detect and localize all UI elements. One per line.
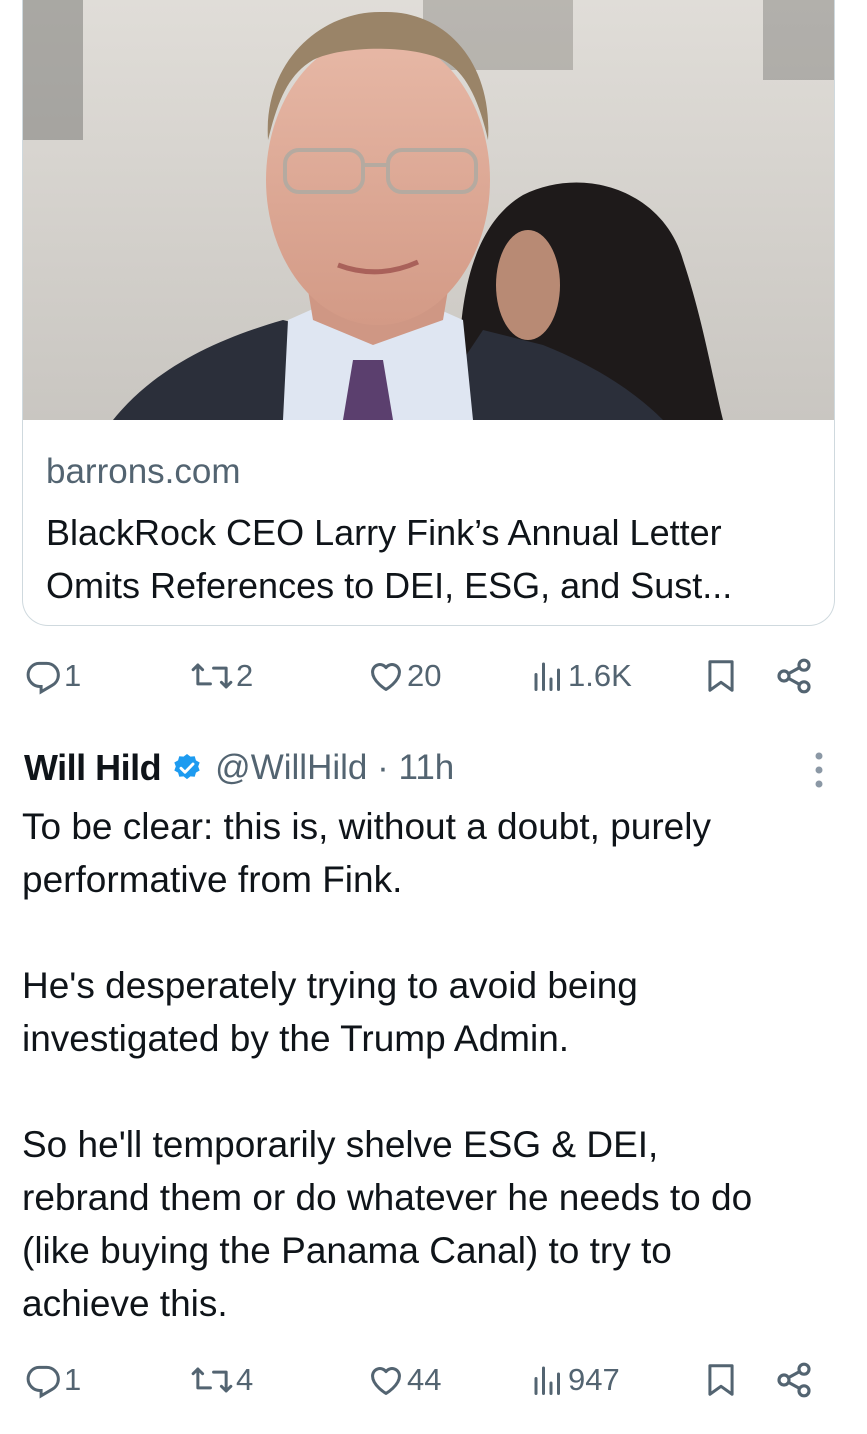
repost-icon [191, 663, 233, 689]
reply-count: 1 [64, 658, 82, 693]
bookmark-icon [708, 660, 734, 692]
repost-button[interactable]: 2 [190, 651, 253, 701]
repost-count: 4 [236, 1362, 254, 1397]
reply-icon [26, 1365, 60, 1399]
card-title-line: Omits References to DEI, ESG, and Sust..… [46, 565, 733, 606]
share-button[interactable] [774, 651, 814, 701]
like-button[interactable]: 44 [367, 1355, 441, 1405]
tweet-text: To be clear: this is, without a doubt, p… [22, 800, 842, 1330]
card-title[interactable]: BlackRock CEO Larry Fink’s Annual Letter… [46, 506, 814, 612]
bookmark-button[interactable] [702, 651, 740, 701]
author-name[interactable]: Will Hild [24, 747, 162, 789]
views-button[interactable]: 947 [530, 1355, 620, 1405]
like-count: 20 [407, 658, 442, 693]
card-domain: barrons.com [46, 452, 241, 491]
tweet-line: To be clear: this is, without a doubt, p… [22, 806, 711, 847]
verified-badge-icon [171, 752, 203, 784]
link-preview-card[interactable]: barrons.com BlackRock CEO Larry Fink’s A… [22, 0, 835, 626]
views-icon [534, 1366, 560, 1395]
author-handle-time[interactable]: @WillHild · 11h [215, 748, 454, 788]
views-button[interactable]: 1.6K [530, 651, 632, 701]
like-count: 44 [407, 1362, 442, 1397]
tweet-line: performative from Fink. [22, 859, 403, 900]
share-button[interactable] [774, 1355, 814, 1405]
tweet-line: investigated by the Trump Admin. [22, 1018, 570, 1059]
more-icon[interactable] [814, 752, 824, 793]
tweet-line: rebrand them or do whatever he needs to … [22, 1177, 753, 1218]
reply-button[interactable]: 1 [24, 1355, 81, 1405]
reply-icon [26, 661, 60, 695]
card-title-line: BlackRock CEO Larry Fink’s Annual Letter [46, 512, 722, 553]
tweet-line: He's desperately trying to avoid being [22, 965, 638, 1006]
bookmark-icon [708, 1364, 734, 1396]
views-count: 947 [568, 1362, 620, 1397]
tweet-header: Will Hild @WillHild · 11h [24, 744, 824, 792]
like-button[interactable]: 20 [367, 651, 441, 701]
tweet-line: achieve this. [22, 1283, 228, 1324]
like-icon [371, 663, 401, 691]
reply-button[interactable]: 1 [24, 651, 81, 701]
like-icon [371, 1367, 401, 1395]
views-icon [534, 662, 560, 691]
reply-count: 1 [64, 1362, 82, 1397]
views-count: 1.6K [568, 658, 632, 693]
card-action-bar: 1 2 20 1.6K [22, 651, 822, 701]
tweet-action-bar: 1 4 44 947 [22, 1355, 822, 1405]
bookmark-button[interactable] [702, 1355, 740, 1405]
tweet-line: So he'll temporarily shelve ESG & DEI, [22, 1124, 659, 1165]
repost-count: 2 [236, 658, 254, 693]
tweet-line: (like buying the Panama Canal) to try to [22, 1230, 672, 1271]
article-photo-illustration [23, 0, 834, 420]
share-icon [777, 1362, 811, 1398]
article-photo [23, 0, 834, 420]
repost-icon [191, 1367, 233, 1393]
repost-button[interactable]: 4 [190, 1355, 253, 1405]
share-icon [777, 658, 811, 694]
